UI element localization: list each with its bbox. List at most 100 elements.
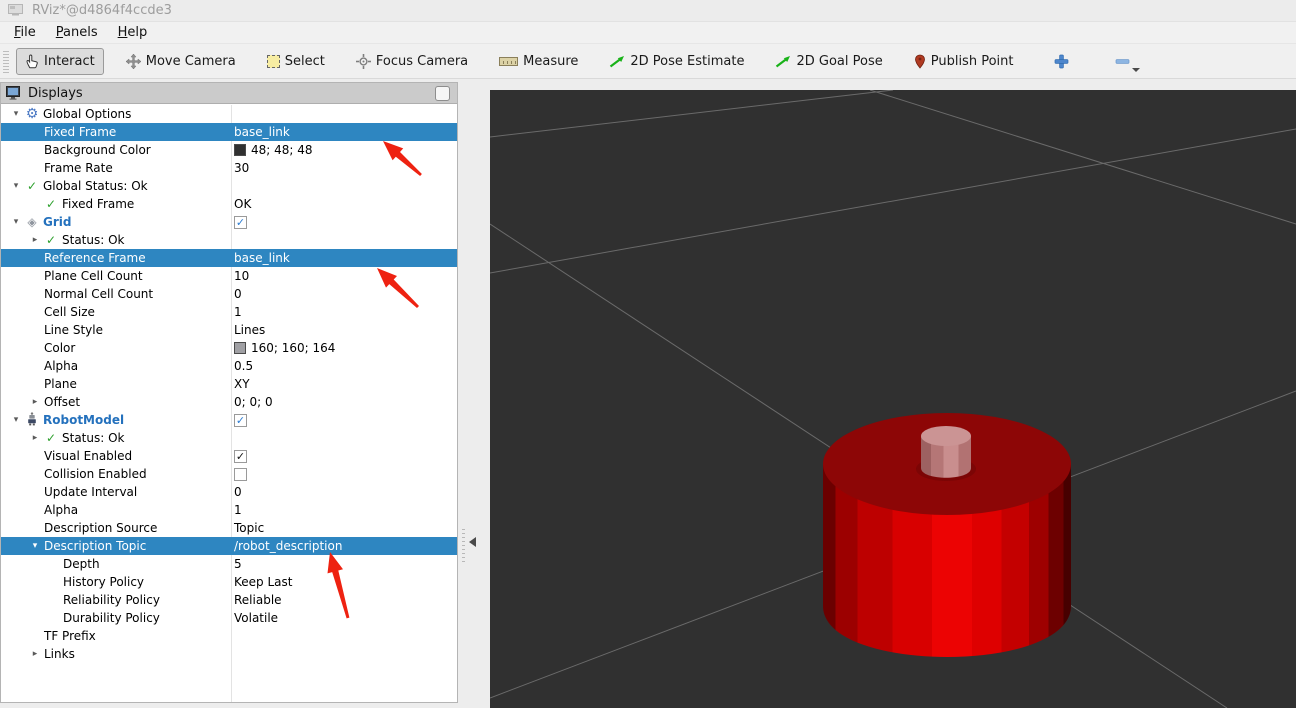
tree-row-status-ok[interactable]: ▸✓Status: Ok bbox=[1, 231, 457, 249]
expander-icon[interactable]: ▾ bbox=[9, 181, 23, 191]
tree-row-color[interactable]: Color160; 160; 164 bbox=[1, 339, 457, 357]
tree-row-visual-enabled[interactable]: Visual Enabled✓ bbox=[1, 447, 457, 465]
tree-row-tf-prefix[interactable]: TF Prefix bbox=[1, 627, 457, 645]
tree-row-alpha[interactable]: Alpha1 bbox=[1, 501, 457, 519]
interact-button[interactable]: Interact bbox=[16, 48, 104, 75]
tree-row-grid[interactable]: ▾◈Grid✓ bbox=[1, 213, 457, 231]
row-label: Background Color bbox=[42, 143, 151, 157]
expander-icon[interactable]: ▸ bbox=[28, 397, 42, 407]
row-label: Update Interval bbox=[42, 485, 137, 499]
measure-button[interactable]: Measure bbox=[490, 48, 587, 75]
expander-icon[interactable]: ▾ bbox=[9, 217, 23, 227]
row-value[interactable]: 10 bbox=[234, 267, 249, 285]
expander-icon[interactable]: ▸ bbox=[28, 649, 42, 659]
3d-scene[interactable] bbox=[490, 90, 1296, 708]
row-value[interactable]: Reliable bbox=[234, 591, 282, 609]
grid-line bbox=[490, 90, 893, 137]
panel-float-button[interactable] bbox=[435, 86, 450, 101]
tree-row-durability-policy[interactable]: Durability PolicyVolatile bbox=[1, 609, 457, 627]
tree-row-collision-enabled[interactable]: Collision Enabled bbox=[1, 465, 457, 483]
row-value[interactable]: 0 bbox=[234, 483, 242, 501]
row-value[interactable]: XY bbox=[234, 375, 250, 393]
hand-icon bbox=[25, 54, 39, 69]
remove-tool-button[interactable] bbox=[1108, 48, 1147, 75]
row-value[interactable]: ✓ bbox=[234, 447, 247, 465]
render-viewport[interactable] bbox=[490, 90, 1296, 708]
row-value[interactable]: 1 bbox=[234, 501, 242, 519]
tree-row-links[interactable]: ▸Links bbox=[1, 645, 457, 663]
splitter-gutter[interactable] bbox=[458, 80, 490, 708]
chevron-down-icon[interactable] bbox=[1132, 68, 1140, 72]
tree-row-alpha[interactable]: Alpha0.5 bbox=[1, 357, 457, 375]
tree-row-line-style[interactable]: Line StyleLines bbox=[1, 321, 457, 339]
row-label: History Policy bbox=[61, 575, 144, 589]
toolbar-drag-handle[interactable] bbox=[3, 49, 9, 73]
menu-item-panels[interactable]: Panels bbox=[46, 23, 108, 42]
tree-row-global-options[interactable]: ▾⚙Global Options bbox=[1, 105, 457, 123]
move-camera-button[interactable]: Move Camera bbox=[117, 48, 245, 75]
row-value[interactable]: /robot_description bbox=[234, 537, 342, 555]
tree-row-offset[interactable]: ▸Offset0; 0; 0 bbox=[1, 393, 457, 411]
row-value[interactable]: 1 bbox=[234, 303, 242, 321]
splitter-handle[interactable] bbox=[462, 528, 465, 562]
expander-icon[interactable]: ▾ bbox=[9, 109, 23, 119]
row-value[interactable]: 0.5 bbox=[234, 357, 253, 375]
row-value[interactable]: 160; 160; 164 bbox=[234, 339, 335, 357]
collapse-panel-icon[interactable] bbox=[469, 537, 476, 547]
row-value[interactable]: 0; 0; 0 bbox=[234, 393, 273, 411]
row-value[interactable]: 48; 48; 48 bbox=[234, 141, 313, 159]
checkbox[interactable]: ✓ bbox=[234, 216, 247, 229]
checkbox[interactable] bbox=[234, 468, 247, 481]
row-value[interactable]: 5 bbox=[234, 555, 242, 573]
tree-row-robotmodel[interactable]: ▾RobotModel✓ bbox=[1, 411, 457, 429]
expander-icon[interactable]: ▾ bbox=[28, 541, 42, 551]
row-value[interactable]: 0 bbox=[234, 285, 242, 303]
value-text: 0 bbox=[234, 485, 242, 499]
select-button[interactable]: Select bbox=[258, 48, 334, 75]
tree-row-update-interval[interactable]: Update Interval 0 bbox=[1, 483, 457, 501]
tree-row-fixed-frame[interactable]: ✓Fixed FrameOK bbox=[1, 195, 457, 213]
tree-row-history-policy[interactable]: History Policy Keep Last bbox=[1, 573, 457, 591]
row-value[interactable]: Lines bbox=[234, 321, 265, 339]
row-value[interactable]: ✓ bbox=[234, 213, 247, 231]
grid-line bbox=[870, 90, 1296, 224]
publish-point-button[interactable]: Publish Point bbox=[905, 48, 1023, 75]
tree-row-plane-cell-count[interactable]: Plane Cell Count10 bbox=[1, 267, 457, 285]
tree-row-global-status-ok[interactable]: ▾✓Global Status: Ok bbox=[1, 177, 457, 195]
tree-row-description-topic[interactable]: ▾Description Topic/robot_description bbox=[1, 537, 457, 555]
focus-camera-button[interactable]: Focus Camera bbox=[347, 48, 477, 75]
displays-panel-header[interactable]: Displays bbox=[1, 83, 457, 104]
tree-row-background-color[interactable]: Background Color 48; 48; 48 bbox=[1, 141, 457, 159]
row-value[interactable]: base_link bbox=[234, 249, 290, 267]
expander-icon[interactable]: ▸ bbox=[28, 235, 42, 245]
checkbox[interactable]: ✓ bbox=[234, 414, 247, 427]
tree-row-normal-cell-count[interactable]: Normal Cell Count0 bbox=[1, 285, 457, 303]
tree-row-frame-rate[interactable]: Frame Rate30 bbox=[1, 159, 457, 177]
row-value[interactable]: base_link bbox=[234, 123, 290, 141]
row-value[interactable]: Keep Last bbox=[234, 573, 292, 591]
tree-row-plane[interactable]: PlaneXY bbox=[1, 375, 457, 393]
tree-row-reference-frame[interactable]: Reference Framebase_link bbox=[1, 249, 457, 267]
expander-icon[interactable]: ▸ bbox=[28, 433, 42, 443]
row-value[interactable]: Topic bbox=[234, 519, 264, 537]
check-icon: ✓ bbox=[23, 179, 41, 193]
row-value[interactable]: 30 bbox=[234, 159, 249, 177]
row-value[interactable]: OK bbox=[234, 195, 251, 213]
tree-row-description-source[interactable]: Description SourceTopic bbox=[1, 519, 457, 537]
row-value[interactable] bbox=[234, 465, 247, 483]
tree-row-reliability-policy[interactable]: Reliability PolicyReliable bbox=[1, 591, 457, 609]
tree-row-status-ok[interactable]: ▸✓Status: Ok bbox=[1, 429, 457, 447]
row-value[interactable]: ✓ bbox=[234, 411, 247, 429]
2d-pose-estimate-button[interactable]: 2D Pose Estimate bbox=[600, 48, 753, 75]
2d-goal-pose-button[interactable]: 2D Goal Pose bbox=[766, 48, 891, 75]
goal-arrow-icon bbox=[775, 54, 791, 68]
tree-row-fixed-frame[interactable]: Fixed Framebase_link bbox=[1, 123, 457, 141]
expander-icon[interactable]: ▾ bbox=[9, 415, 23, 425]
tree-row-cell-size[interactable]: Cell Size1 bbox=[1, 303, 457, 321]
checkbox[interactable]: ✓ bbox=[234, 450, 247, 463]
tree-row-depth[interactable]: Depth5 bbox=[1, 555, 457, 573]
menu-item-help[interactable]: Help bbox=[108, 23, 158, 42]
add-tool-button[interactable] bbox=[1047, 48, 1076, 75]
row-value[interactable]: Volatile bbox=[234, 609, 278, 627]
menu-item-file[interactable]: File bbox=[4, 23, 46, 42]
